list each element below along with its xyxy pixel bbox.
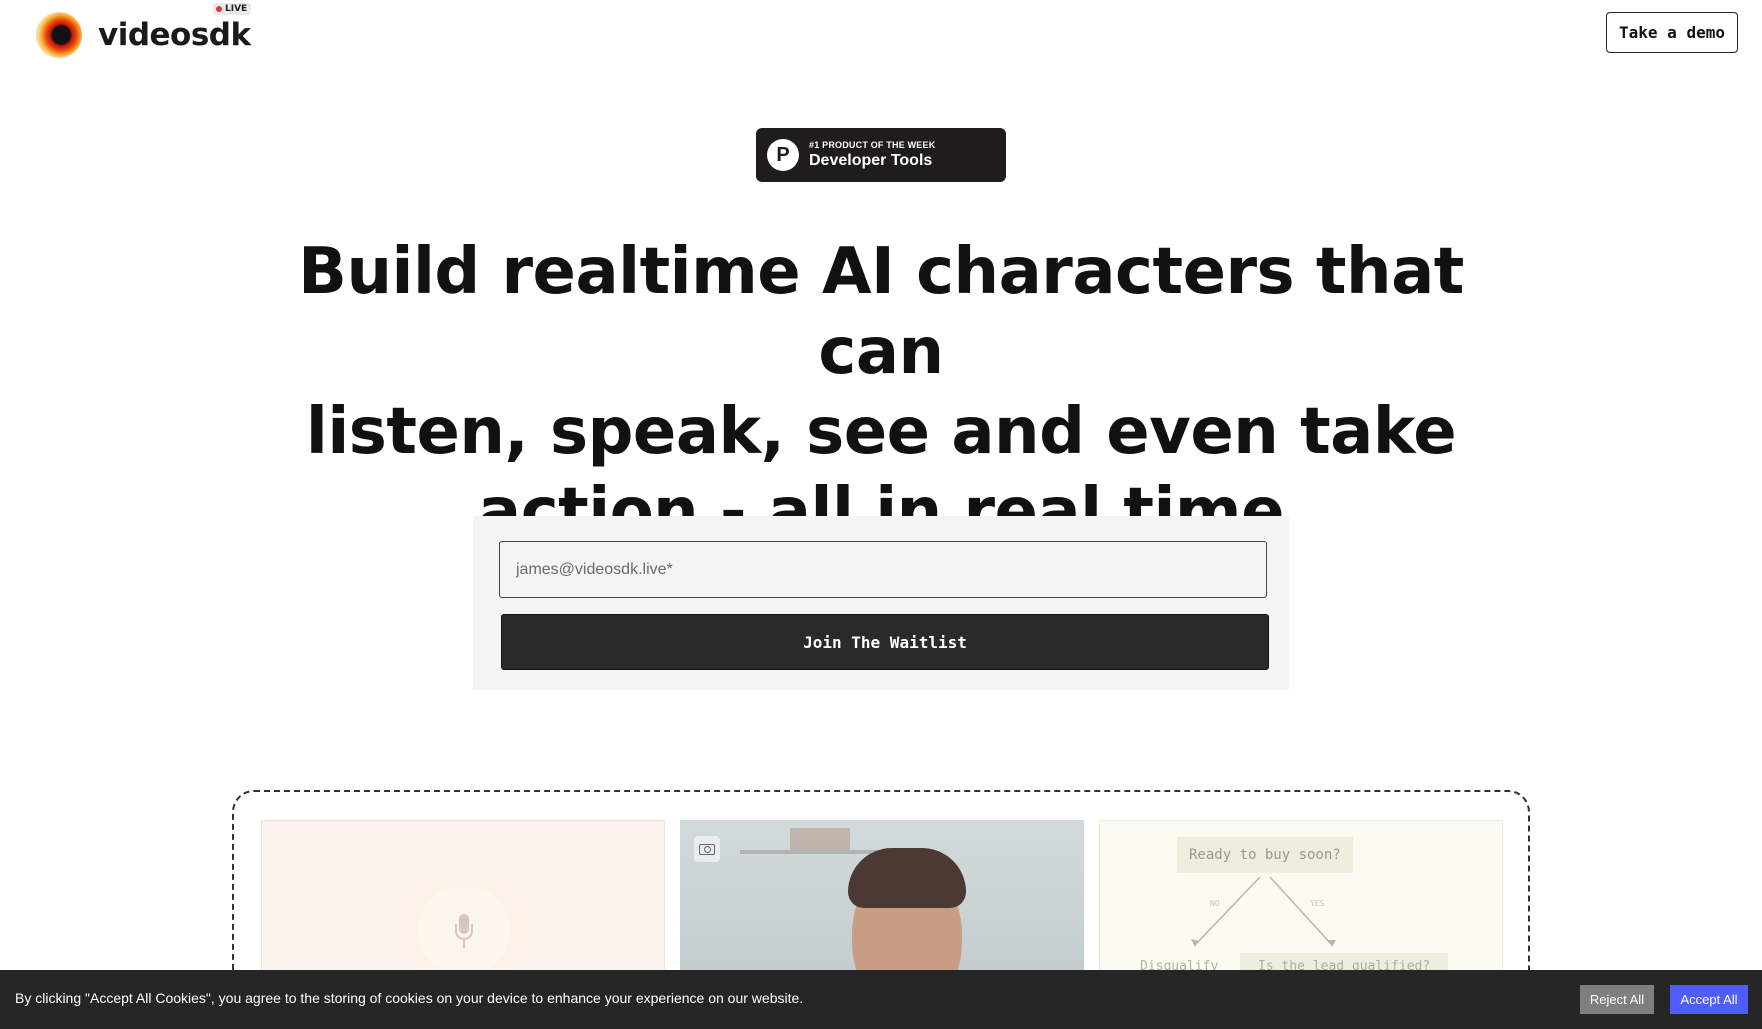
join-waitlist-button[interactable]: Join The Waitlist (501, 614, 1269, 670)
site-header: videosdk LIVE Take a demo (0, 0, 1762, 70)
flow-no-label: NO (1210, 899, 1220, 908)
live-badge: LIVE (213, 3, 252, 15)
product-hunt-text: #1 PRODUCT OF THE WEEK Developer Tools (809, 140, 935, 170)
background-decor (790, 828, 850, 850)
take-demo-button[interactable]: Take a demo (1606, 12, 1738, 53)
cookie-banner: By clicking "Accept All Cookies", you ag… (0, 970, 1762, 1029)
mic-button[interactable] (418, 885, 510, 977)
live-dot-icon (216, 6, 222, 12)
person-hair (848, 848, 966, 908)
product-hunt-icon: P (767, 139, 799, 171)
brand-logo[interactable]: videosdk (36, 12, 251, 58)
hero-title-line-1: Build realtime AI characters that can (298, 235, 1464, 389)
camera-icon[interactable] (694, 836, 720, 862)
product-hunt-title: Developer Tools (809, 152, 933, 169)
flow-yes-label: YES (1310, 899, 1325, 908)
cookie-message: By clicking "Accept All Cookies", you ag… (15, 990, 804, 1006)
videosdk-logo-icon (36, 12, 82, 58)
product-hunt-kicker: #1 PRODUCT OF THE WEEK (809, 140, 936, 150)
email-input[interactable] (499, 541, 1267, 598)
product-hunt-badge[interactable]: P #1 PRODUCT OF THE WEEK Developer Tools (756, 128, 1006, 182)
waitlist-form: Join The Waitlist (473, 516, 1289, 690)
brand-name: videosdk (98, 17, 251, 53)
live-badge-label: LIVE (225, 4, 248, 14)
microphone-icon (455, 914, 473, 948)
accept-all-button[interactable]: Accept All (1670, 985, 1748, 1014)
hero-title: Build realtime AI characters that can li… (281, 232, 1481, 552)
reject-all-button[interactable]: Reject All (1580, 985, 1654, 1014)
hero-title-line-2: listen, speak, see and even take (305, 395, 1457, 469)
